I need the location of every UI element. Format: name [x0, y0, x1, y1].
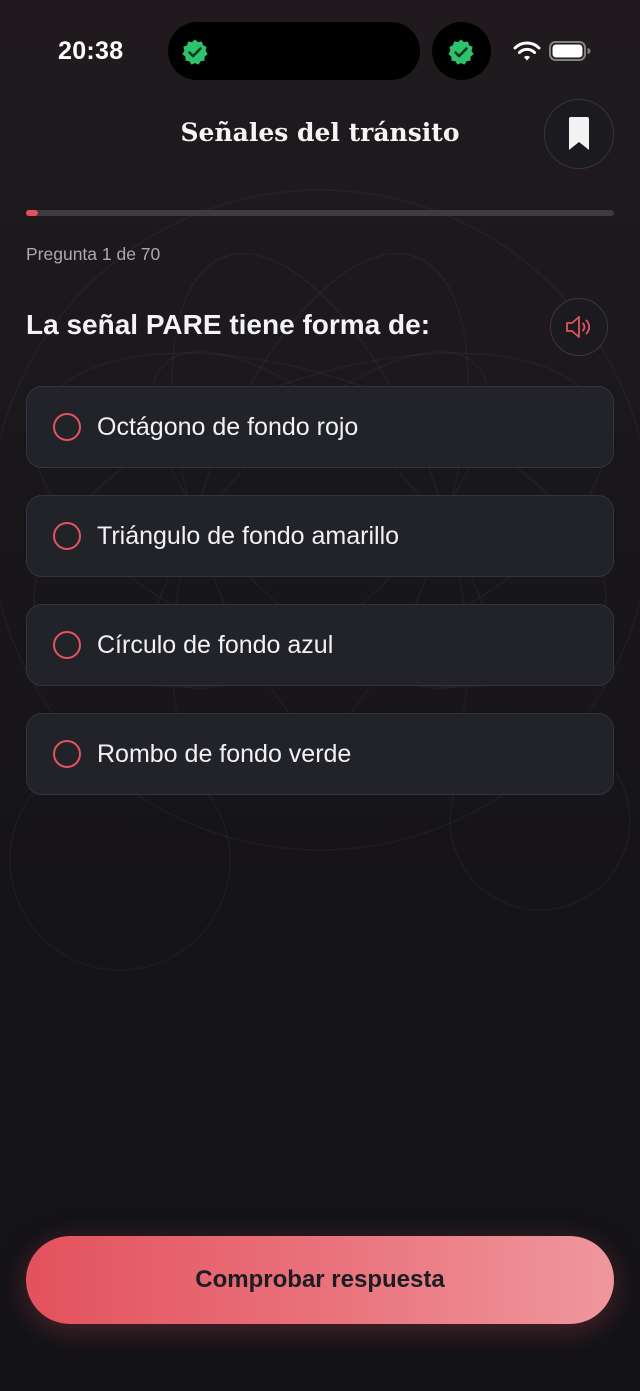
progress-fill: [26, 210, 38, 216]
verified-badge-icon: [182, 39, 208, 65]
audio-button[interactable]: [550, 298, 608, 356]
bookmark-icon: [569, 117, 589, 150]
progress-bar: [26, 210, 614, 216]
progress-label: Pregunta 1 de 70: [26, 244, 161, 264]
quiz-screen: 20:38 Señales del tránsito Pregunta 1 de…: [0, 0, 640, 1391]
option-label: Triángulo de fondo amarillo: [97, 521, 400, 550]
verified-badge-icon: [448, 39, 474, 65]
check-answer-button[interactable]: Comprobar respuesta: [26, 1236, 614, 1324]
answer-option[interactable]: Rombo de fondo verde: [26, 713, 614, 795]
radio-button[interactable]: [53, 522, 81, 550]
battery-icon: [549, 41, 591, 61]
question-text: La señal PARE tiene forma de:: [26, 309, 431, 340]
bookmark-button[interactable]: [544, 99, 614, 169]
radio-button[interactable]: [53, 740, 81, 768]
wifi-icon: [513, 41, 541, 61]
option-label: Rombo de fondo verde: [97, 739, 352, 768]
option-label: Octágono de fondo rojo: [97, 412, 359, 441]
answer-option[interactable]: Triángulo de fondo amarillo: [26, 495, 614, 577]
answer-option[interactable]: Círculo de fondo azul: [26, 604, 614, 686]
radio-button[interactable]: [53, 413, 81, 441]
radio-button[interactable]: [53, 631, 81, 659]
answer-option[interactable]: Octágono de fondo rojo: [26, 386, 614, 468]
option-label: Círculo de fondo azul: [97, 630, 334, 659]
speaker-icon: [566, 316, 590, 338]
status-time: 20:38: [58, 37, 124, 65]
